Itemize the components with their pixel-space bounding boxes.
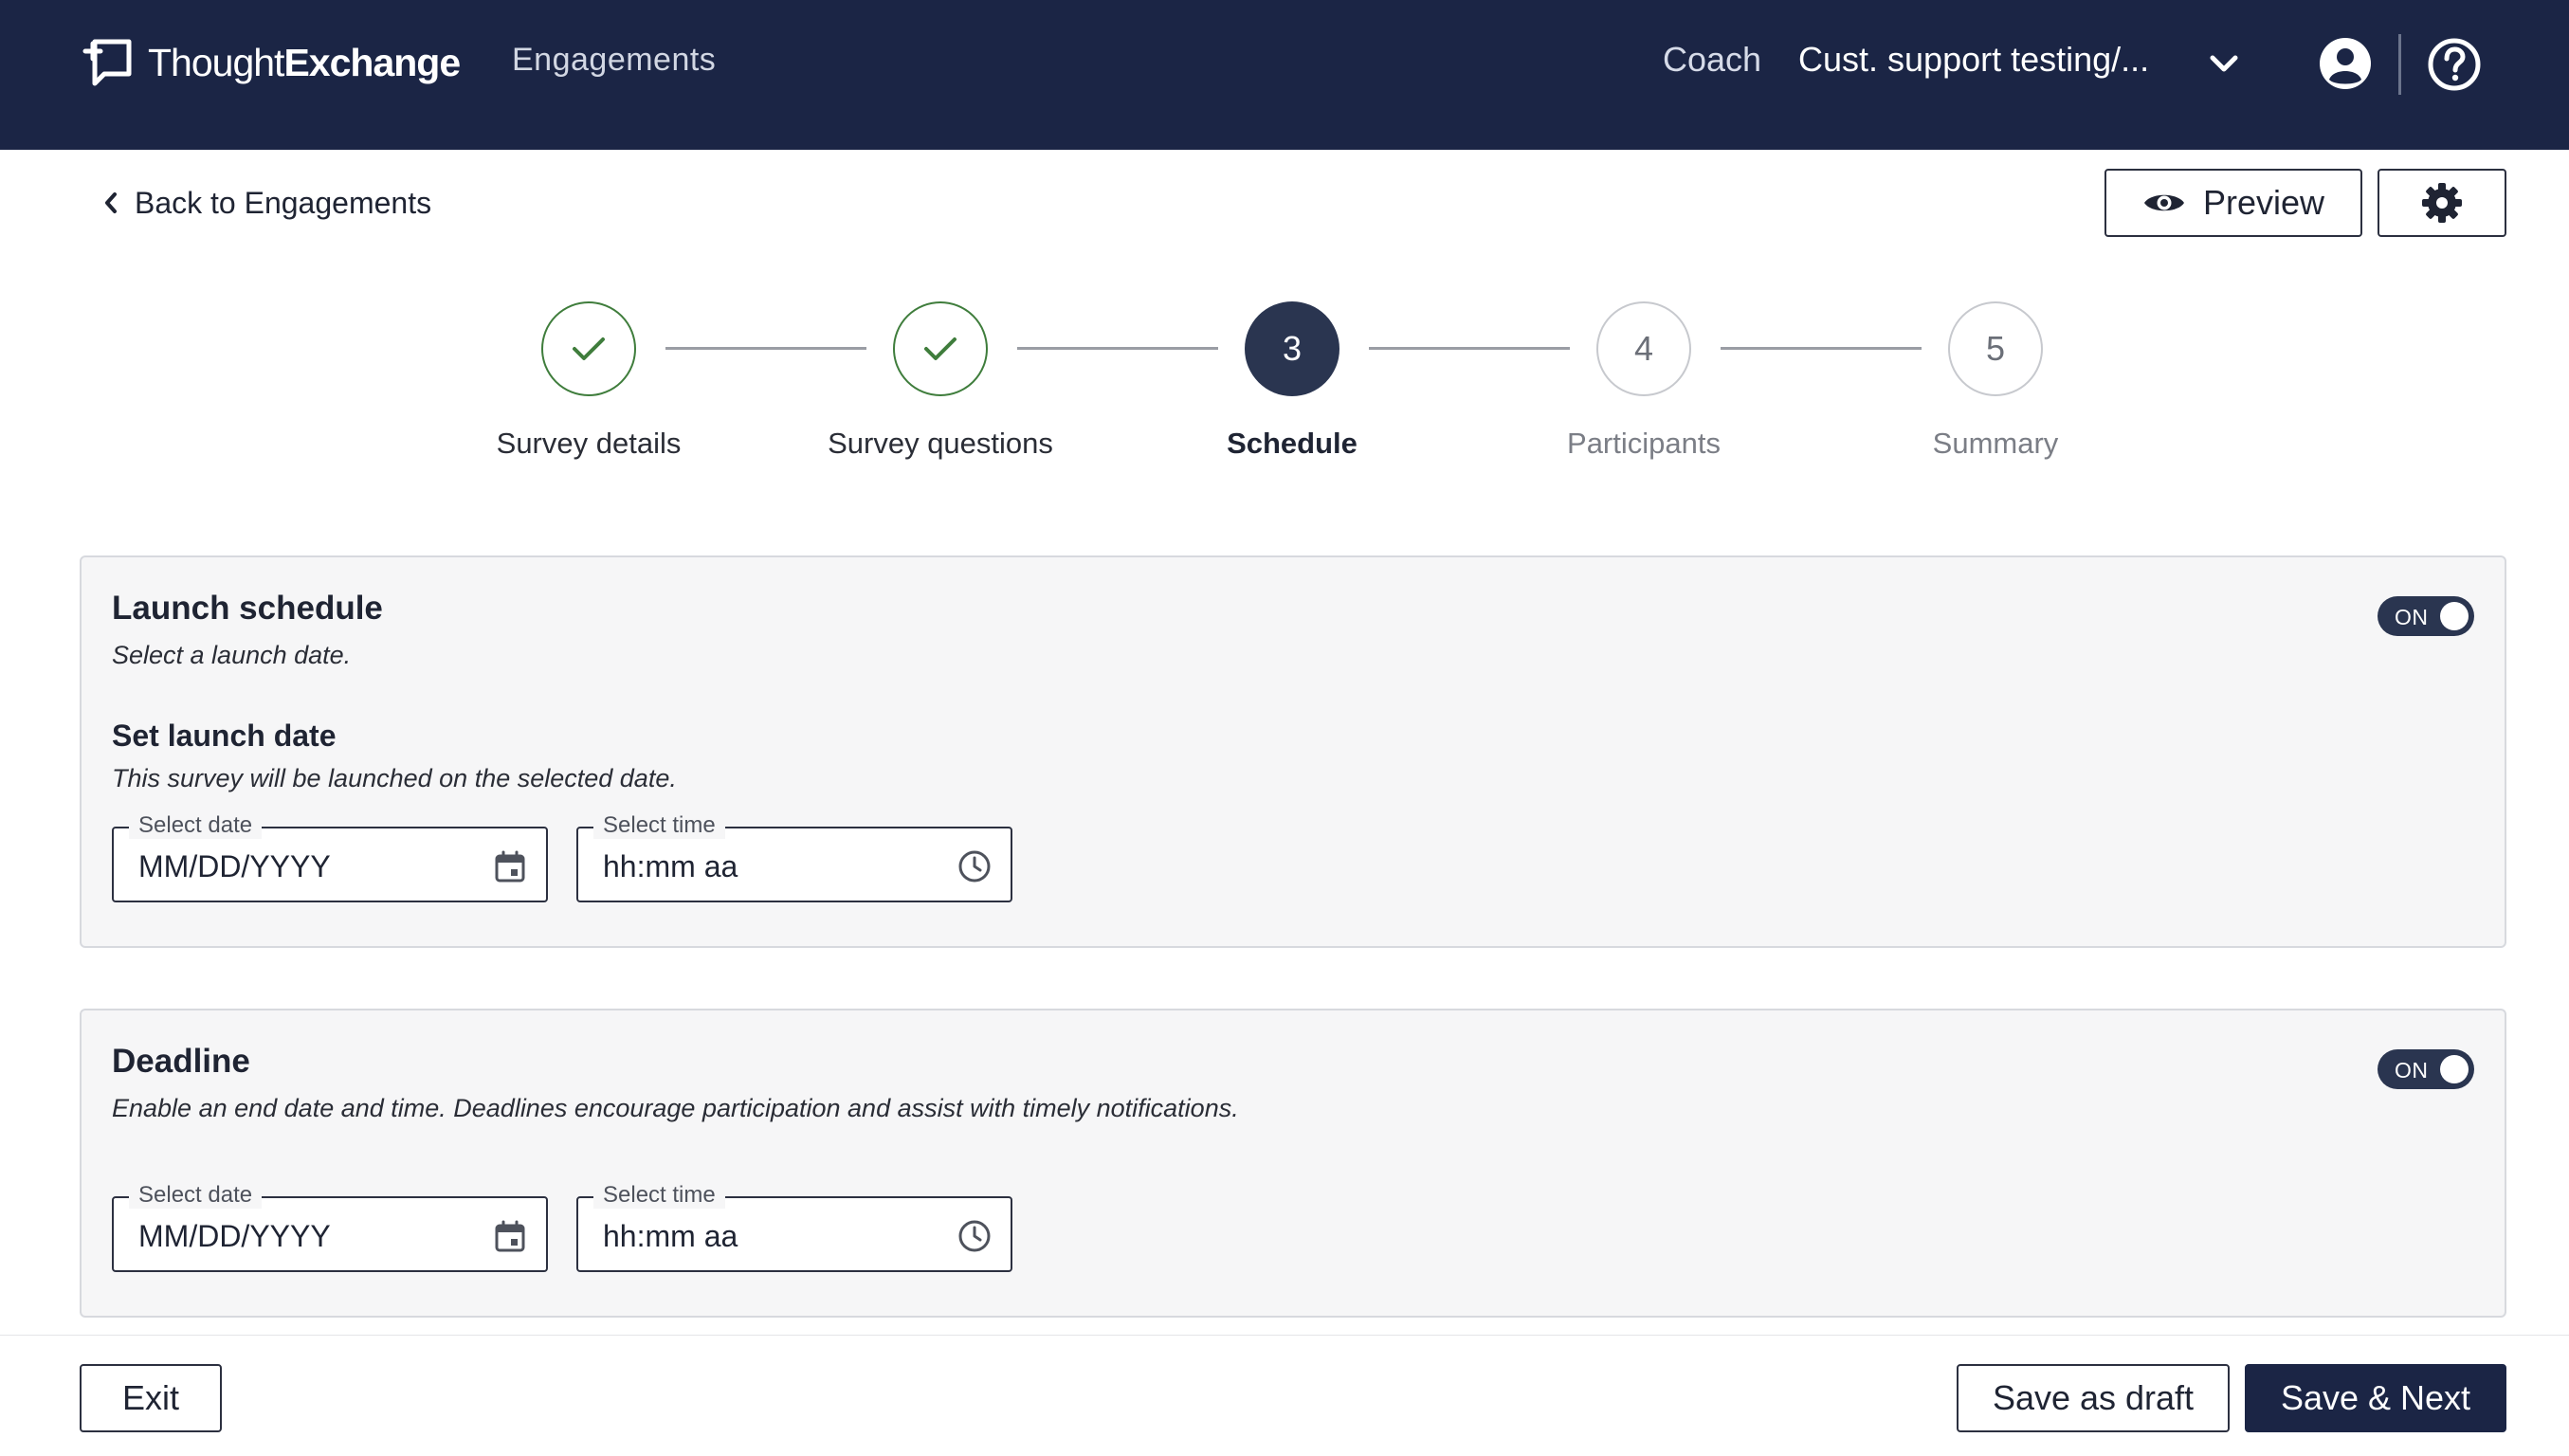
help-icon[interactable] xyxy=(2427,37,2482,92)
field-label: Select time xyxy=(593,812,725,839)
toggle-state: ON xyxy=(2395,605,2429,629)
gear-icon xyxy=(2422,183,2462,223)
deadline-date-input[interactable] xyxy=(138,1217,461,1255)
brand-logo-icon xyxy=(82,39,132,86)
field-label: Select date xyxy=(129,1182,263,1209)
launch-date-field[interactable]: Select date xyxy=(112,812,548,902)
back-to-engagements-link[interactable]: Back to Engagements xyxy=(102,182,431,224)
eye-icon xyxy=(2143,194,2184,211)
set-launch-date-title: Set launch date xyxy=(112,719,337,753)
calendar-icon[interactable] xyxy=(493,1219,527,1253)
deadline-toggle[interactable]: ON xyxy=(2378,1049,2474,1089)
launch-time-input[interactable] xyxy=(603,847,925,885)
deadline-time-input[interactable] xyxy=(603,1217,925,1255)
deadline-card: Deadline Enable an end date and time. De… xyxy=(80,1009,2506,1318)
step-connector xyxy=(1369,347,1570,350)
deadline-title: Deadline xyxy=(112,1043,250,1080)
settings-button[interactable] xyxy=(2378,169,2506,237)
check-icon xyxy=(924,337,957,360)
calendar-icon[interactable] xyxy=(493,849,527,883)
top-navbar: ThoughtExchange Engagements Coach Cust. … xyxy=(0,0,2569,150)
deadline-desc: Enable an end date and time. Deadlines e… xyxy=(112,1094,1239,1122)
save-and-next-button[interactable]: Save & Next xyxy=(2245,1364,2506,1432)
brand[interactable]: ThoughtExchange xyxy=(82,34,461,91)
step-label: Summary xyxy=(1932,427,2059,460)
launch-schedule-card: Launch schedule Select a launch date. ON… xyxy=(80,555,2506,948)
preview-button[interactable]: Preview xyxy=(2104,169,2362,237)
step-label: Survey details xyxy=(496,427,682,460)
step-connector xyxy=(1721,347,1922,350)
chevron-left-icon xyxy=(105,192,117,213)
step-label: Schedule xyxy=(1227,427,1357,460)
save-as-draft-button[interactable]: Save as draft xyxy=(1957,1364,2230,1432)
nav-link-engagements[interactable]: Engagements xyxy=(512,42,716,79)
step-connector xyxy=(665,347,866,350)
clock-icon[interactable] xyxy=(957,1219,992,1253)
step-indicator: 3 xyxy=(1245,301,1339,396)
toggle-knob xyxy=(2440,1055,2469,1083)
back-link-label: Back to Engagements xyxy=(135,185,432,220)
check-icon xyxy=(573,337,605,360)
page: ThoughtExchange Engagements Coach Cust. … xyxy=(0,0,2569,1456)
brand-name: ThoughtExchange xyxy=(148,40,461,84)
org-selector[interactable]: Cust. support testing/... xyxy=(1798,40,2149,80)
step-label: Survey questions xyxy=(828,427,1053,460)
exit-button[interactable]: Exit xyxy=(80,1364,222,1432)
step-connector xyxy=(1017,347,1218,350)
deadline-time-field[interactable]: Select time xyxy=(576,1182,1012,1272)
step-indicator xyxy=(541,301,636,396)
launch-schedule-title: Launch schedule xyxy=(112,590,383,627)
launch-schedule-toggle[interactable]: ON xyxy=(2378,596,2474,636)
preview-label: Preview xyxy=(2202,183,2325,222)
clock-icon[interactable] xyxy=(957,849,992,883)
footer-bar: Exit Save as draft Save & Next xyxy=(0,1335,2569,1456)
nav-divider xyxy=(2398,34,2401,95)
step-indicator: 5 xyxy=(1948,301,2043,396)
step-indicator: 4 xyxy=(1596,301,1691,396)
toggle-knob xyxy=(2440,602,2469,630)
chevron-down-icon[interactable] xyxy=(2207,49,2241,78)
launch-schedule-desc: Select a launch date. xyxy=(112,641,352,669)
field-label: Select date xyxy=(129,812,263,839)
user-avatar-icon[interactable] xyxy=(2319,37,2372,90)
coach-link[interactable]: Coach xyxy=(1663,40,1761,80)
set-launch-date-desc: This survey will be launched on the sele… xyxy=(112,764,677,792)
step-label: Participants xyxy=(1567,427,1721,460)
launch-time-field[interactable]: Select time xyxy=(576,812,1012,902)
deadline-date-field[interactable]: Select date xyxy=(112,1182,548,1272)
launch-date-input[interactable] xyxy=(138,847,461,885)
step-indicator xyxy=(893,301,988,396)
field-label: Select time xyxy=(593,1182,725,1209)
toggle-state: ON xyxy=(2395,1058,2429,1083)
